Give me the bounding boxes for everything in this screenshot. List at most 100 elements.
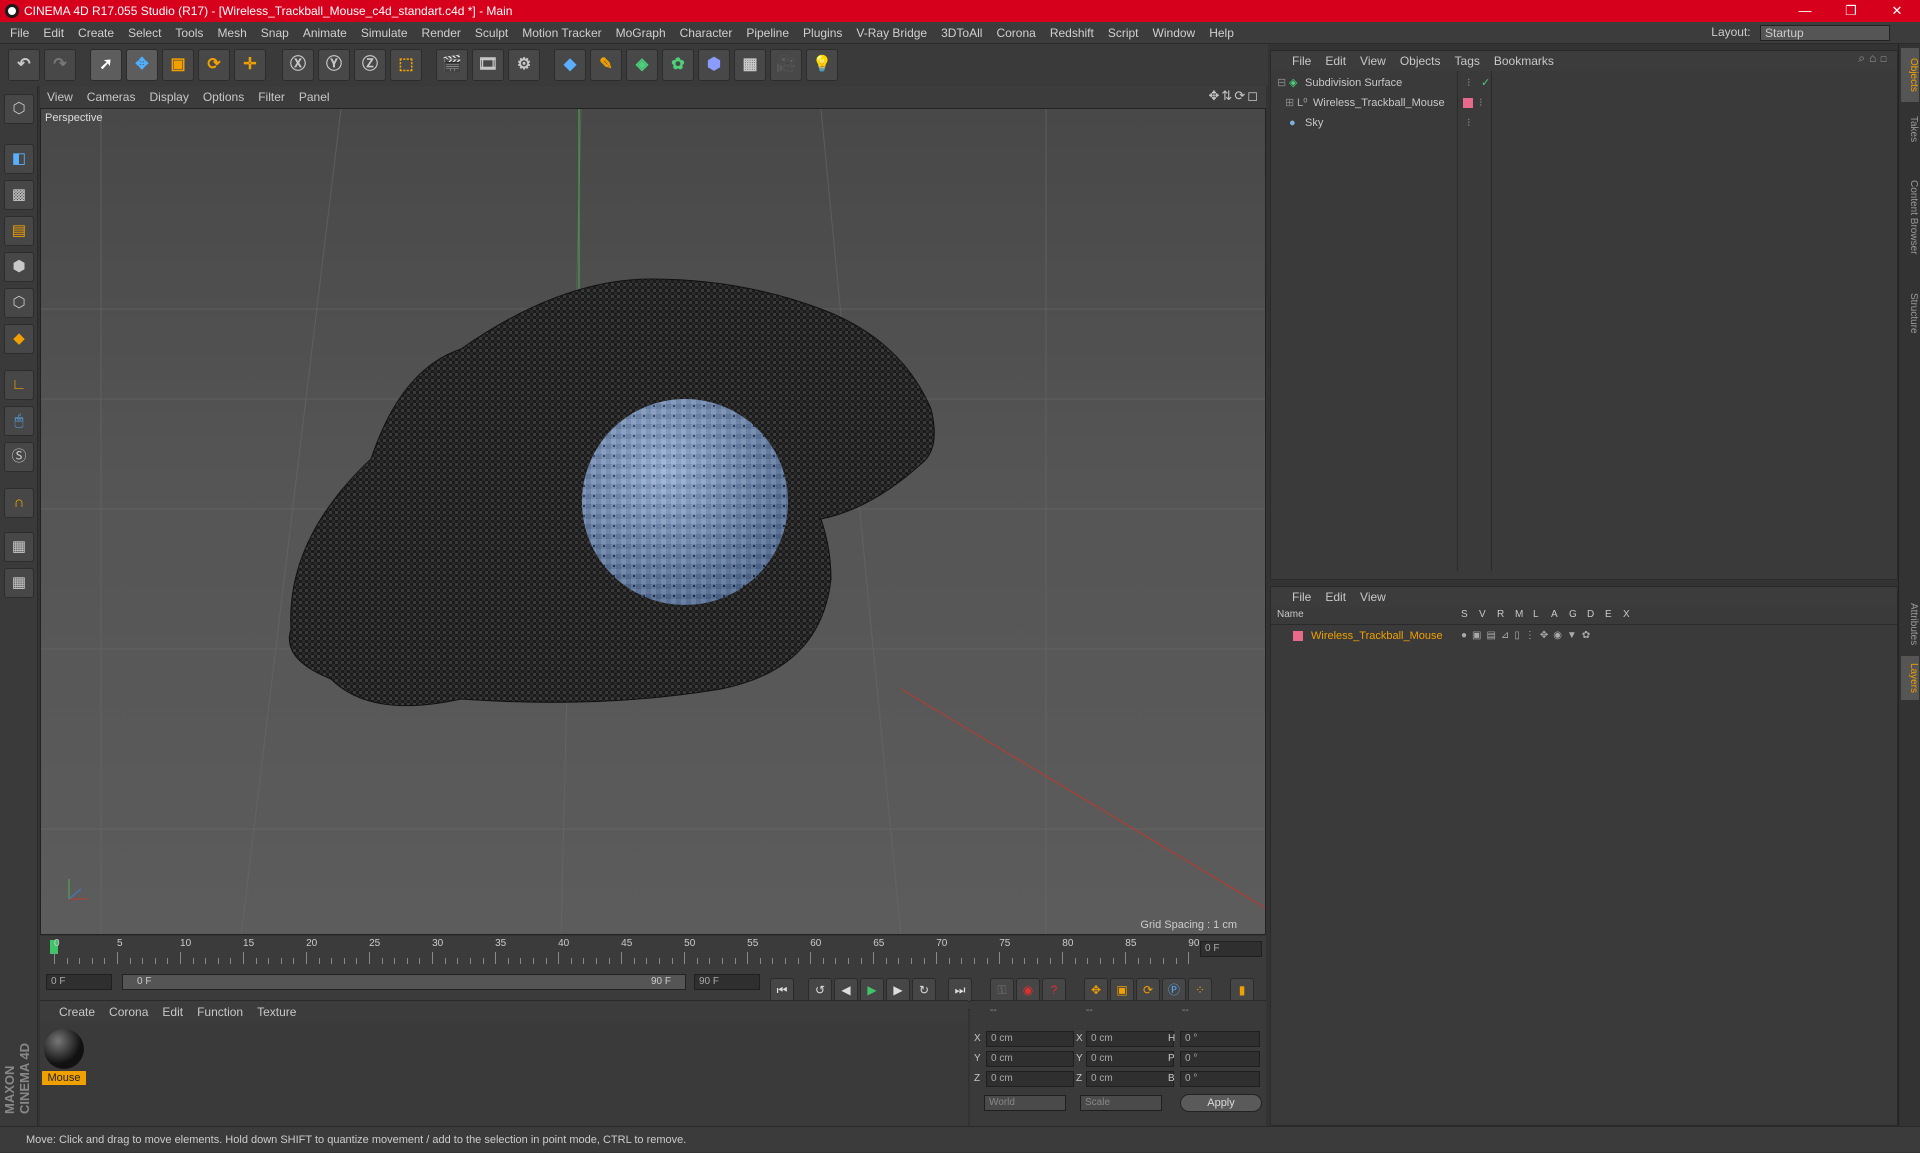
camera-button[interactable]: 🎥 [770,49,802,81]
material-swatch[interactable]: Mouse [42,1027,86,1085]
snap-button[interactable]: ∩ [4,488,34,518]
scale-key-button[interactable]: ▣ [1110,978,1134,1002]
menu-select[interactable]: Select [121,22,168,44]
layer-col-x[interactable]: X [1623,609,1630,620]
layer-toggle-icons[interactable]: ●▣▤⊿▯⋮✥◉▼✿ [1461,627,1595,645]
layer-menu-edit[interactable]: Edit [1318,587,1353,607]
obj-menu-view[interactable]: View [1353,51,1393,71]
menu-render[interactable]: Render [415,22,468,44]
viewport-menu-view[interactable]: View [40,86,80,108]
workplane-mode-button[interactable]: ▤ [4,216,34,246]
previous-key-button[interactable]: ↺ [808,978,832,1002]
coord-rot-h-field[interactable]: 0 ° [1180,1031,1260,1047]
obj-menu-file[interactable]: File [1285,51,1318,71]
coord-size-z-field[interactable]: 0 cm [1086,1071,1174,1087]
point-level-key-button[interactable]: ⁘ [1188,978,1212,1002]
cube-button[interactable]: ◆ [554,49,586,81]
expand-icon[interactable]: ⊞ [1285,93,1294,113]
keyframe-selection-button[interactable]: ? [1042,978,1066,1002]
visibility-dots-icon[interactable]: ⁝ [1467,113,1471,133]
menu-animate[interactable]: Animate [296,22,354,44]
viewport-menu-cameras[interactable]: Cameras [80,86,143,108]
menu-snap[interactable]: Snap [254,22,296,44]
transform-tool-button[interactable]: ✛ [234,49,266,81]
coordinate-system-button[interactable]: ⬚ [390,49,422,81]
polygons-mode-button[interactable]: ◆ [4,324,34,354]
obj-menu-edit[interactable]: Edit [1318,51,1353,71]
end-frame-field[interactable]: 90 F [694,974,760,990]
viewport-nav-icons[interactable]: ✥⇅⟳◻ [1209,88,1260,104]
layer-color-swatch[interactable] [1293,631,1303,641]
pen-tool-button[interactable]: ✎ [590,49,622,81]
material-menu-create[interactable]: Create [52,1001,102,1023]
3d-viewport[interactable]: Perspective Grid Spacing : 1 cm [40,108,1266,935]
expand-icon[interactable]: ⊟ [1277,73,1286,93]
menu-create[interactable]: Create [71,22,121,44]
menu-script[interactable]: Script [1101,22,1146,44]
layer-col-m[interactable]: M [1515,609,1523,620]
tab-attributes[interactable]: Attributes [1901,594,1919,654]
layer-menu-file[interactable]: File [1285,587,1318,607]
axis-mode-button[interactable]: ∟ [4,370,34,400]
layer-col-a[interactable]: A [1551,609,1558,620]
menu-plugins[interactable]: Plugins [796,22,849,44]
viewport-menu-display[interactable]: Display [142,86,195,108]
subdivision-button[interactable]: ◈ [626,49,658,81]
menu-mograph[interactable]: MoGraph [609,22,673,44]
menu-edit[interactable]: Edit [36,22,71,44]
tab-takes[interactable]: Takes [1901,106,1919,152]
menu-sculpt[interactable]: Sculpt [468,22,515,44]
visibility-dots-icon[interactable]: ⁝ [1479,93,1483,113]
close-button[interactable]: ✕ [1874,0,1920,22]
viewport-menu-filter[interactable]: Filter [251,86,292,108]
cloner-button[interactable]: ✿ [662,49,694,81]
frame-range-slider[interactable]: 0 F 90 F [122,974,686,990]
material-menu-texture[interactable]: Texture [250,1001,303,1023]
position-key-button[interactable]: ✥ [1084,978,1108,1002]
object-manager-nav-icons[interactable]: ⌕⌂◻ [1858,51,1891,66]
layer-col-v[interactable]: V [1479,609,1486,620]
layer-col-l[interactable]: L [1533,609,1539,620]
menu-tools[interactable]: Tools [168,22,210,44]
menu-vray-bridge[interactable]: V-Ray Bridge [849,22,934,44]
scale-tool-button[interactable]: ▣ [162,49,194,81]
texture-mode-button[interactable]: ▩ [4,180,34,210]
menu-file[interactable]: File [3,22,36,44]
z-axis-button[interactable]: Ⓩ [354,49,386,81]
layer-col-e[interactable]: E [1605,609,1612,620]
enabled-check-icon[interactable]: ✓ [1481,73,1490,93]
render-view-button[interactable]: 🎬 [436,49,468,81]
next-key-button[interactable]: ↻ [912,978,936,1002]
layer-row[interactable]: Wireless_Trackball_Mouse ●▣▤⊿▯⋮✥◉▼✿ [1271,627,1897,645]
menu-help[interactable]: Help [1202,22,1241,44]
viewport-menu-panel[interactable]: Panel [292,86,337,108]
layer-col-g[interactable]: G [1569,609,1577,620]
tab-content-browser[interactable]: Content Browser [1901,156,1919,278]
coord-pos-y-field[interactable]: 0 cm [986,1051,1074,1067]
viewport-menu-options[interactable]: Options [196,86,251,108]
maximize-button[interactable]: ❐ [1828,0,1874,22]
object-row[interactable]: ● Sky ⁝ [1271,113,1897,133]
object-row[interactable]: ⊞ L⁰ Wireless_Trackball_Mouse ⁝ [1271,93,1897,113]
timeline-window-button[interactable]: ▮ [1230,978,1254,1002]
object-row[interactable]: ⊟ ◈ Subdivision Surface ⁝ ✓ [1271,73,1897,93]
rotation-key-button[interactable]: ⟳ [1136,978,1160,1002]
coord-rot-b-field[interactable]: 0 ° [1180,1071,1260,1087]
edges-mode-button[interactable]: ⬡ [4,288,34,318]
move-tool-button[interactable]: ✥ [126,49,158,81]
minimize-button[interactable]: — [1782,0,1828,22]
y-axis-button[interactable]: Ⓨ [318,49,350,81]
material-menu-edit[interactable]: Edit [155,1001,190,1023]
layer-col-r[interactable]: R [1497,609,1504,620]
tab-objects[interactable]: Objects [1901,48,1919,102]
layer-col-d[interactable]: D [1587,609,1594,620]
menu-character[interactable]: Character [673,22,740,44]
material-menu-function[interactable]: Function [190,1001,250,1023]
menu-mesh[interactable]: Mesh [210,22,253,44]
layer-menu-view[interactable]: View [1353,587,1393,607]
menu-corona[interactable]: Corona [989,22,1042,44]
tweak-mode-button[interactable]: 🖱 [4,406,34,436]
parameter-key-button[interactable]: Ⓟ [1162,978,1186,1002]
x-axis-button[interactable]: Ⓧ [282,49,314,81]
obj-menu-objects[interactable]: Objects [1393,51,1448,71]
